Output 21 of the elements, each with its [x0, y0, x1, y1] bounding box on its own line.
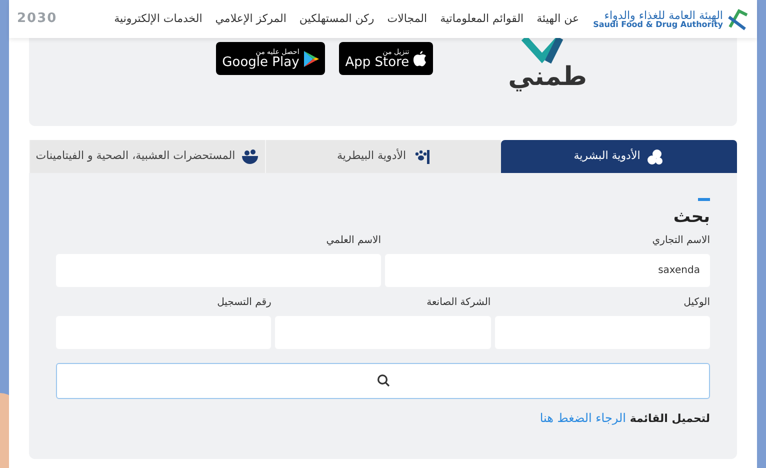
- nav-link[interactable]: عن الهيئة: [536, 10, 580, 28]
- nav-link[interactable]: ركن المستهلكين: [299, 10, 374, 28]
- tab[interactable]: المستحضرات العشبية، الصحية و الفيتامينات: [29, 140, 265, 173]
- nav-link[interactable]: القوائم المعلوماتية: [440, 10, 524, 28]
- tab[interactable]: الأدوية البشرية: [501, 140, 737, 173]
- field-label: الوكيل: [682, 296, 710, 310]
- input-field[interactable]: saxenda: [385, 254, 710, 286]
- logo-text: Saudi Food & Drug Authority: [593, 20, 723, 28]
- nav-link[interactable]: المجالات: [387, 10, 428, 28]
- tab[interactable]: الأدوية البيطرية: [265, 140, 501, 173]
- nav-link[interactable]: الخدمات الإلكترونية: [114, 10, 202, 28]
- download-text: لتحميل القائمة الرجاء الضغط هنا: [538, 410, 710, 427]
- brand-name: طمني: [508, 64, 587, 90]
- logo-text: الهيئة العامة للغذاء والدواء: [604, 10, 723, 20]
- field-label: رقم التسجيل: [216, 296, 272, 310]
- nav-link[interactable]: المركز الإعلامي: [215, 10, 286, 28]
- field-label: الاسم التجاري: [651, 234, 710, 248]
- field-label: الشركة الصانعة: [426, 296, 491, 310]
- section-title: بحث: [672, 206, 710, 229]
- vision-logo: 2030: [17, 10, 58, 28]
- field-label: الاسم العلمي: [325, 234, 381, 248]
